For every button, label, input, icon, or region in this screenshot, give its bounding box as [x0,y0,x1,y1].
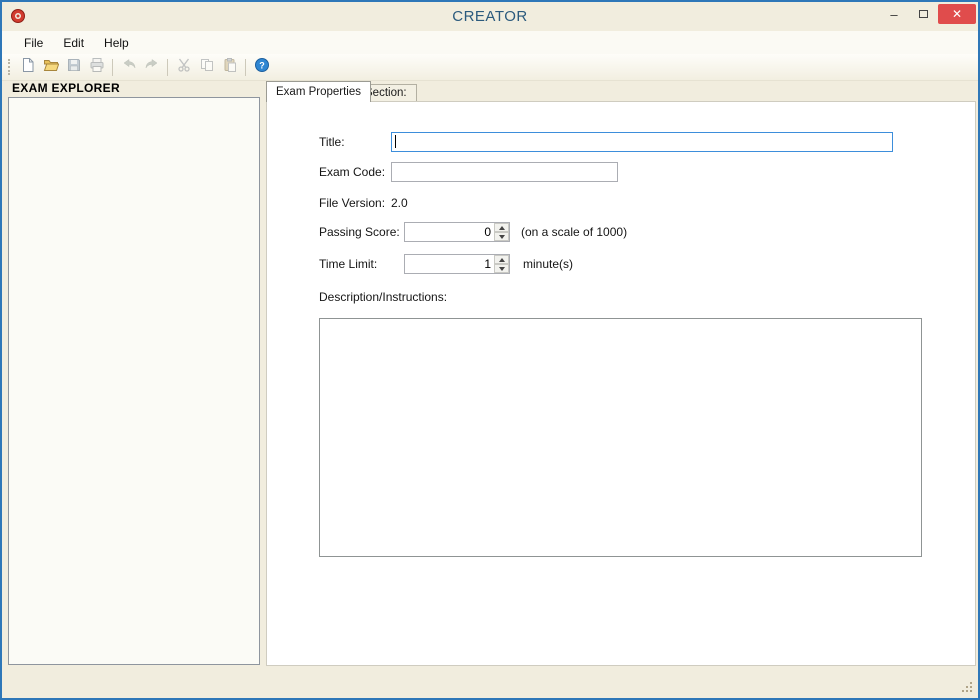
menu-edit[interactable]: Edit [53,32,94,54]
exam-code-input[interactable] [391,162,618,182]
open-icon [43,57,59,78]
spin-up-button[interactable] [494,255,509,264]
print-icon [89,57,105,78]
spin-up-button[interactable] [494,223,509,232]
file-version-value: 2.0 [391,196,408,210]
text-caret [395,135,396,148]
toolbar-separator [245,58,246,76]
arrow-down-icon [498,234,505,239]
toolbar-grip[interactable] [8,59,11,75]
exam-properties-panel: Title: Exam Code: File Version: 2.0 Pass… [266,101,976,666]
minimize-icon: – [890,6,898,22]
passing-score-suffix: (on a scale of 1000) [521,225,628,239]
toolbar-separator [167,58,168,76]
toolbar: ? [2,54,978,81]
time-limit-value: 1 [484,257,491,271]
undo-icon [121,57,137,78]
app-window: CREATOR – ✕ File Edit Help ? EXAM EXPLOR… [0,0,980,700]
print-button[interactable] [85,56,108,78]
file-version-label: File Version: [319,196,386,210]
help-icon: ? [254,57,270,78]
exam-explorer-tree[interactable] [8,97,260,665]
save-icon [66,57,82,78]
exam-code-label: Exam Code: [319,165,386,179]
cut-button[interactable] [172,56,195,78]
svg-text:?: ? [259,60,265,70]
redo-button[interactable] [140,56,163,78]
new-icon [20,57,36,78]
description-label: Description/Instructions: [319,290,448,304]
undo-button[interactable] [117,56,140,78]
menu-file[interactable]: File [14,32,53,54]
title-input[interactable] [391,132,893,152]
copy-button[interactable] [195,56,218,78]
menu-help[interactable]: Help [94,32,139,54]
copy-icon [199,57,215,78]
menu-bar: File Edit Help [2,31,978,54]
time-limit-suffix: minute(s) [523,257,574,271]
passing-score-spin [494,223,509,241]
passing-score-stepper[interactable]: 0 [404,222,510,242]
minimize-button[interactable]: – [880,4,908,24]
arrow-down-icon [498,266,505,271]
toolbar-separator [112,58,113,76]
time-limit-label: Time Limit: [319,257,378,271]
time-limit-stepper[interactable]: 1 [404,254,510,274]
window-title: CREATOR [452,8,528,25]
description-textarea[interactable] [319,318,922,557]
close-icon: ✕ [951,7,963,21]
spin-down-button[interactable] [494,264,509,273]
title-bar[interactable]: CREATOR – ✕ [2,2,978,31]
passing-score-value: 0 [484,225,491,239]
maximize-icon [918,10,928,18]
cut-icon [176,57,192,78]
maximize-button[interactable] [909,4,937,24]
spin-down-button[interactable] [494,232,509,241]
resize-grip[interactable] [961,681,974,694]
help-button[interactable]: ? [250,56,273,78]
close-button[interactable]: ✕ [938,4,976,24]
save-button[interactable] [62,56,85,78]
tab-exam-properties[interactable]: Exam Properties [266,81,372,102]
window-controls: – ✕ [880,4,976,24]
passing-score-label: Passing Score: [319,225,400,239]
explorer-title: EXAM EXPLORER [12,81,120,95]
arrow-up-icon [498,257,505,262]
open-button[interactable] [39,56,62,78]
title-label: Title: [319,135,345,149]
new-button[interactable] [16,56,39,78]
redo-icon [144,57,160,78]
arrow-up-icon [498,225,505,230]
paste-button[interactable] [218,56,241,78]
paste-icon [222,57,238,78]
time-limit-spin [494,255,509,273]
